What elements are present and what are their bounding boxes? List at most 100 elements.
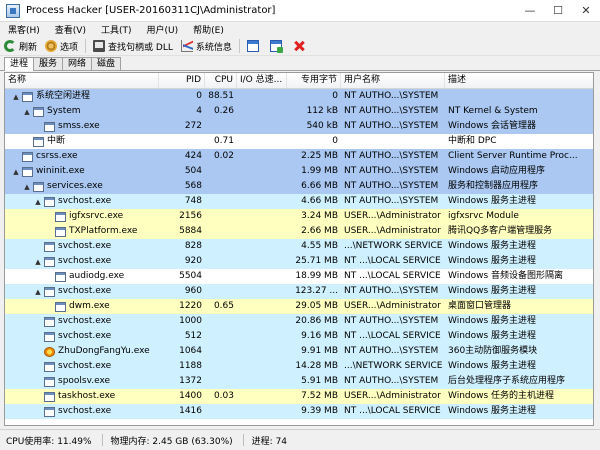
process-row[interactable]: ▲ 系统空闲进程 0 88.51 0 NT AUTHO...\SYSTEM: [5, 89, 593, 104]
cell-user: USER...\Administrator: [344, 301, 441, 311]
cell-description: Windows 服务主进程: [448, 241, 537, 251]
process-icon: [44, 331, 55, 342]
cell-private-bytes: 4.66 MB: [301, 196, 338, 206]
minimize-button[interactable]: —: [516, 0, 544, 21]
cell-io: [237, 239, 287, 254]
collapse-icon[interactable]: ▲: [34, 198, 42, 206]
column-header-user[interactable]: 用户名称: [341, 73, 445, 88]
menu-users[interactable]: 用户(U): [139, 23, 186, 36]
process-row[interactable]: taskhost.exe 1400 0.03 7.52 MB USER...\Admin…: [5, 389, 593, 404]
refresh-button[interactable]: 刷新: [0, 38, 41, 55]
column-header-io[interactable]: I/O 总速...: [237, 73, 287, 88]
terminate-button[interactable]: [289, 38, 312, 55]
process-row[interactable]: ▲ svchost.exe 960 123.27 ... NT AUTHO...\SYS…: [5, 284, 593, 299]
cell-io: [237, 314, 287, 329]
column-header-private-bytes[interactable]: 专用字节: [287, 73, 341, 88]
cell-pid: [159, 134, 205, 149]
window-target-button[interactable]: [266, 38, 289, 55]
cell-name: ▲ wininit.exe: [5, 164, 159, 179]
process-tree[interactable]: 名称 PID CPU I/O 总速... 专用字节 用户名称 描述 ▲ 系统空闲进…: [4, 72, 594, 426]
system-info-button[interactable]: 系统信息: [177, 38, 236, 55]
system-info-label: 系统信息: [195, 42, 232, 53]
tab-network[interactable]: 网络: [62, 57, 93, 70]
cell-pid: 920: [184, 256, 202, 266]
process-row[interactable]: TXPlatform.exe 5884 2.66 MB USER...\Adminis…: [5, 224, 593, 239]
process-icon: [22, 91, 33, 102]
window-button[interactable]: [243, 38, 266, 55]
process-row[interactable]: svchost.exe 512 9.16 MB NT ...\LOCAL SERVIC…: [5, 329, 593, 344]
column-header-description[interactable]: 描述: [445, 73, 593, 88]
collapse-icon[interactable]: ▲: [12, 93, 20, 101]
close-icon: [293, 40, 305, 52]
collapse-icon[interactable]: ▲: [23, 183, 31, 191]
cell-pid: 1220: [179, 301, 202, 311]
process-row[interactable]: ▲ services.exe 568 6.66 MB NT AUTHO...\SYSTE…: [5, 179, 593, 194]
cell-private-bytes: 4.55 MB: [301, 241, 338, 251]
process-row[interactable]: 中断 0.71 0 中断和 DPC: [5, 134, 593, 149]
process-row[interactable]: ▲ System 4 0.26 112 kB NT AUTHO...\SYSTEM NT K…: [5, 104, 593, 119]
collapse-icon[interactable]: ▲: [34, 258, 42, 266]
collapse-icon[interactable]: ▲: [12, 168, 20, 176]
app-icon: [6, 3, 20, 18]
cell-name: smss.exe: [5, 119, 159, 134]
cell-io: [237, 164, 287, 179]
menu-hacker[interactable]: 黑客(H): [0, 23, 47, 36]
cell-name: taskhost.exe: [5, 389, 159, 404]
tab-disk[interactable]: 磁盘: [91, 57, 122, 70]
process-name: spoolsv.exe: [58, 376, 111, 386]
cell-io: [237, 179, 287, 194]
process-icon: [22, 166, 33, 177]
menu-tools[interactable]: 工具(T): [93, 23, 139, 36]
menu-help[interactable]: 帮助(E): [185, 23, 231, 36]
find-handles-label: 查找句柄或 DLL: [108, 42, 173, 53]
cell-cpu: [205, 269, 237, 284]
cell-io: [237, 404, 287, 419]
process-row[interactable]: svchost.exe 1188 14.28 MB ...\NETWORK SERVI…: [5, 359, 593, 374]
cell-user: NT AUTHO...\SYSTEM: [344, 151, 439, 161]
cell-name: spoolsv.exe: [5, 374, 159, 389]
tab-processes[interactable]: 进程: [4, 57, 35, 71]
process-row[interactable]: dwm.exe 1220 0.65 29.05 MB USER...\Administr…: [5, 299, 593, 314]
process-row[interactable]: svchost.exe 1000 20.86 MB NT AUTHO...\SYSTE…: [5, 314, 593, 329]
status-bar: CPU使用率: 11.49% 物理内存: 2.45 GB (63.30%) 进程…: [0, 429, 600, 450]
options-button[interactable]: 选项: [41, 38, 82, 55]
column-header-cpu[interactable]: CPU: [205, 73, 237, 88]
process-row[interactable]: ▲ svchost.exe 920 25.71 MB NT ...\LOCAL SERV…: [5, 254, 593, 269]
process-icon: [55, 301, 66, 312]
process-row[interactable]: spoolsv.exe 1372 5.91 MB NT AUTHO...\SYSTEM…: [5, 374, 593, 389]
column-header-name[interactable]: 名称: [5, 73, 159, 88]
process-name: 中断: [47, 136, 66, 146]
cell-description: 中断和 DPC: [448, 136, 497, 146]
process-row[interactable]: ZhuDongFangYu.exe 1064 9.91 MB NT AUTHO...\…: [5, 344, 593, 359]
cell-pid: 748: [184, 196, 202, 206]
collapse-icon[interactable]: ▲: [23, 108, 31, 116]
process-row[interactable]: audiodg.exe 5504 18.99 MB NT ...\LOCAL SERV…: [5, 269, 593, 284]
cell-cpu: [205, 239, 237, 254]
process-row[interactable]: ▲ svchost.exe 748 4.66 MB NT AUTHO...\SYSTEM…: [5, 194, 593, 209]
cell-private-bytes: 9.91 MB: [301, 346, 338, 356]
cell-private-bytes: 1.99 MB: [301, 166, 338, 176]
process-name: svchost.exe: [58, 241, 112, 251]
process-row[interactable]: smss.exe 272 540 kB NT AUTHO...\SYSTEM Windo…: [5, 119, 593, 134]
tab-services[interactable]: 服务: [33, 57, 64, 70]
cell-private-bytes: 20.86 MB: [295, 316, 338, 326]
process-name: TXPlatform.exe: [69, 226, 138, 236]
close-button[interactable]: ✕: [572, 0, 600, 21]
column-header-pid[interactable]: PID: [159, 73, 205, 88]
process-row[interactable]: svchost.exe 1416 9.39 MB NT ...\LOCAL SERVI…: [5, 404, 593, 419]
cell-user: ...\NETWORK SERVICE: [344, 361, 443, 371]
process-row[interactable]: csrss.exe 424 0.02 2.25 MB NT AUTHO...\SYSTE…: [5, 149, 593, 164]
process-row[interactable]: igfxsrvc.exe 2156 3.24 MB USER...\Administr…: [5, 209, 593, 224]
find-handles-button[interactable]: 查找句柄或 DLL: [89, 38, 177, 55]
toolbar-separator: [238, 39, 240, 53]
menu-view[interactable]: 查看(V): [47, 23, 93, 36]
collapse-icon[interactable]: ▲: [34, 288, 42, 296]
maximize-button[interactable]: ☐: [544, 0, 572, 21]
process-name: svchost.exe: [58, 196, 112, 206]
process-row[interactable]: ▲ wininit.exe 504 1.99 MB NT AUTHO...\SYSTEM…: [5, 164, 593, 179]
process-row[interactable]: svchost.exe 828 4.55 MB ...\NETWORK SERVICE…: [5, 239, 593, 254]
